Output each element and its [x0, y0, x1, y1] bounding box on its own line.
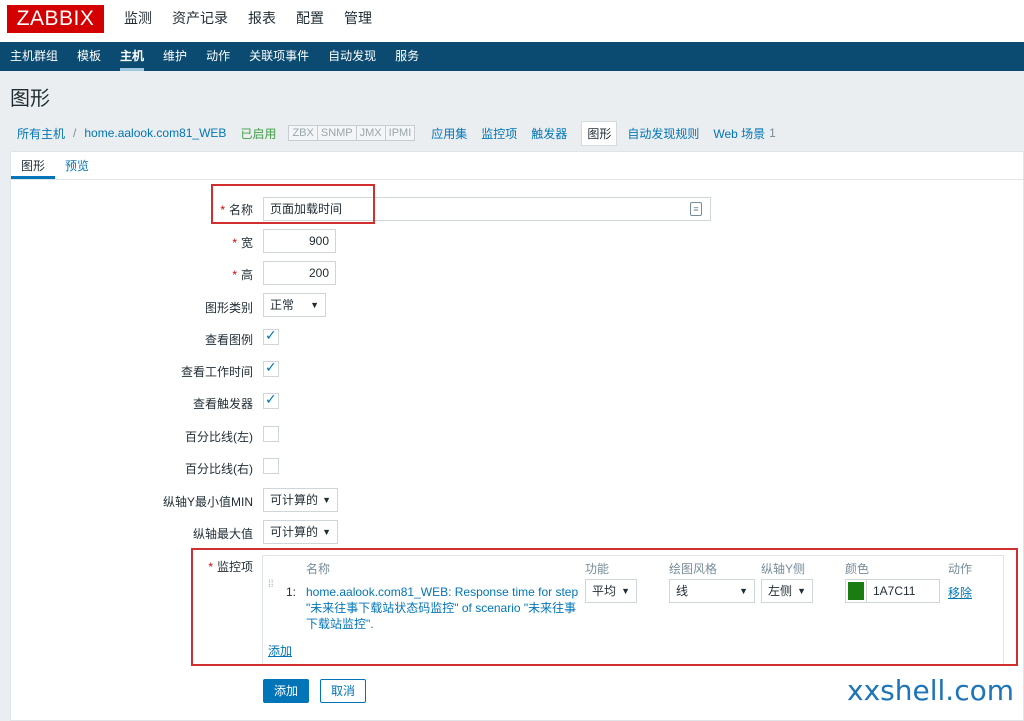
color-swatch	[848, 582, 864, 600]
breadcrumb-graphs[interactable]: 图形	[581, 120, 618, 146]
breadcrumb-triggers[interactable]: 触发器	[531, 125, 567, 142]
badge-zbx: ZBX	[289, 126, 318, 140]
item-color-input[interactable]: 1A7C11	[866, 579, 940, 603]
chevron-down-icon: ▼	[322, 527, 331, 537]
check-icon: ✓	[265, 327, 277, 343]
show-legend-label: 查看图例	[204, 333, 253, 347]
chevron-down-icon: ▼	[797, 586, 806, 596]
item-name-link[interactable]: home.aalook.com81_WEB: Response time for…	[306, 584, 581, 632]
height-input[interactable]: 200	[263, 261, 336, 285]
width-label: * 宽	[232, 236, 253, 250]
host-status-badge[interactable]: 已启用	[240, 125, 276, 142]
chevron-down-icon: ▼	[739, 586, 748, 596]
item-draw-style-select[interactable]: 线 ▼	[669, 579, 755, 603]
form-tabs: 图形 预览	[11, 152, 1023, 180]
graph-type-select[interactable]: 正常 ▼	[263, 293, 326, 317]
sub-nav: 主机群组 模板 主机 维护 动作 关联项事件 自动发现 服务	[0, 42, 1024, 71]
graph-type-label: 图形类别	[204, 301, 253, 315]
badge-jmx: JMX	[356, 126, 386, 140]
breadcrumb-items[interactable]: 监控项	[481, 125, 517, 142]
show-worktime-checkbox[interactable]: ✓	[263, 359, 279, 377]
percentile-left-label: 百分比线(左)	[185, 430, 253, 444]
tab-preview[interactable]: 预览	[55, 152, 99, 179]
required-mark: *	[220, 203, 225, 217]
macro-icon[interactable]: ≡	[690, 202, 702, 216]
interface-badges: ZBX SNMP JMX IPMI	[288, 125, 416, 141]
height-label: * 高	[232, 268, 253, 282]
ymax-label: 纵轴最大值	[192, 527, 253, 541]
item-y-axis-select[interactable]: 左侧 ▼	[761, 579, 813, 603]
show-worktime-label: 查看工作时间	[180, 365, 253, 379]
chevron-down-icon: ▼	[322, 495, 331, 505]
show-triggers-checkbox[interactable]: ✓	[263, 391, 279, 409]
breadcrumb-all-hosts[interactable]: 所有主机	[17, 125, 65, 142]
chevron-down-icon: ▼	[621, 586, 630, 596]
subnav-host-groups[interactable]: 主机群组	[10, 42, 58, 71]
subnav-maintenance[interactable]: 维护	[163, 42, 187, 71]
percentile-right-checkbox[interactable]	[263, 458, 279, 474]
subnav-hosts[interactable]: 主机	[120, 42, 145, 71]
breadcrumb-discovery-rules[interactable]: 自动发现规则	[627, 125, 699, 142]
main-nav: 监测 资产记录 报表 配置 管理	[124, 0, 392, 42]
breadcrumb: 所有主机 / home.aalook.com81_WEB 已启用 ZBX SNM…	[0, 118, 1024, 148]
tab-graph[interactable]: 图形	[11, 152, 56, 179]
check-icon: ✓	[265, 391, 277, 407]
percentile-right-label: 百分比线(右)	[185, 462, 253, 476]
col-header-y-axis: 纵轴Y侧	[761, 562, 806, 576]
badge-ipmi: IPMI	[385, 126, 415, 140]
subnav-actions[interactable]: 动作	[206, 42, 230, 71]
width-input[interactable]: 900	[263, 229, 336, 253]
main-nav-inventory[interactable]: 资产记录	[172, 0, 228, 42]
items-label: * 监控项	[208, 560, 253, 574]
name-label: * 名称	[220, 203, 253, 217]
breadcrumb-host[interactable]: home.aalook.com81_WEB	[84, 126, 226, 140]
subnav-correlation[interactable]: 关联项事件	[249, 42, 309, 71]
breadcrumb-separator: /	[73, 126, 77, 140]
subnav-templates[interactable]: 模板	[77, 42, 101, 71]
web-scenarios-count: 1	[769, 126, 776, 140]
col-header-color: 颜色	[845, 562, 870, 576]
item-function-select[interactable]: 平均 ▼	[585, 579, 637, 603]
col-header-draw-style: 绘图风格	[669, 562, 718, 576]
ymin-label: 纵轴Y最小值MIN	[162, 495, 253, 509]
percentile-left-checkbox[interactable]	[263, 426, 279, 442]
col-header-function: 功能	[585, 562, 610, 576]
col-header-action: 动作	[948, 562, 973, 576]
item-row-index: 1:	[286, 585, 297, 599]
watermark: xxshell.com	[847, 674, 1014, 707]
top-header: ZABBIX 监测 资产记录 报表 配置 管理	[0, 0, 1024, 42]
main-nav-monitoring[interactable]: 监测	[124, 0, 152, 42]
drag-handle-icon[interactable]: ⁞⁞	[268, 580, 274, 600]
subnav-services[interactable]: 服务	[395, 42, 419, 71]
page-title: 图形	[10, 88, 50, 110]
add-item-link[interactable]: 添加	[268, 642, 292, 659]
remove-item-link[interactable]: 移除	[948, 584, 972, 601]
chevron-down-icon: ▼	[310, 300, 319, 310]
badge-snmp: SNMP	[317, 126, 357, 140]
main-nav-administration[interactable]: 管理	[344, 0, 372, 42]
main-nav-configuration[interactable]: 配置	[296, 0, 324, 42]
col-header-name: 名称	[306, 562, 331, 576]
color-picker-button[interactable]	[845, 579, 867, 603]
show-legend-checkbox[interactable]: ✓	[263, 327, 279, 345]
name-input[interactable]: 页面加载时间 ≡	[263, 197, 711, 221]
cancel-button[interactable]: 取消	[320, 679, 367, 703]
add-button[interactable]: 添加	[263, 679, 310, 703]
main-nav-reports[interactable]: 报表	[248, 0, 276, 42]
breadcrumb-web-scenarios[interactable]: Web 场景	[713, 125, 765, 142]
check-icon: ✓	[265, 359, 277, 375]
zabbix-logo[interactable]: ZABBIX	[7, 5, 104, 33]
ymin-select[interactable]: 可计算的 ▼	[263, 488, 338, 512]
ymax-select[interactable]: 可计算的 ▼	[263, 520, 338, 544]
show-triggers-label: 查看触发器	[192, 397, 253, 411]
subnav-discovery[interactable]: 自动发现	[328, 42, 376, 71]
breadcrumb-applications[interactable]: 应用集	[431, 125, 467, 142]
